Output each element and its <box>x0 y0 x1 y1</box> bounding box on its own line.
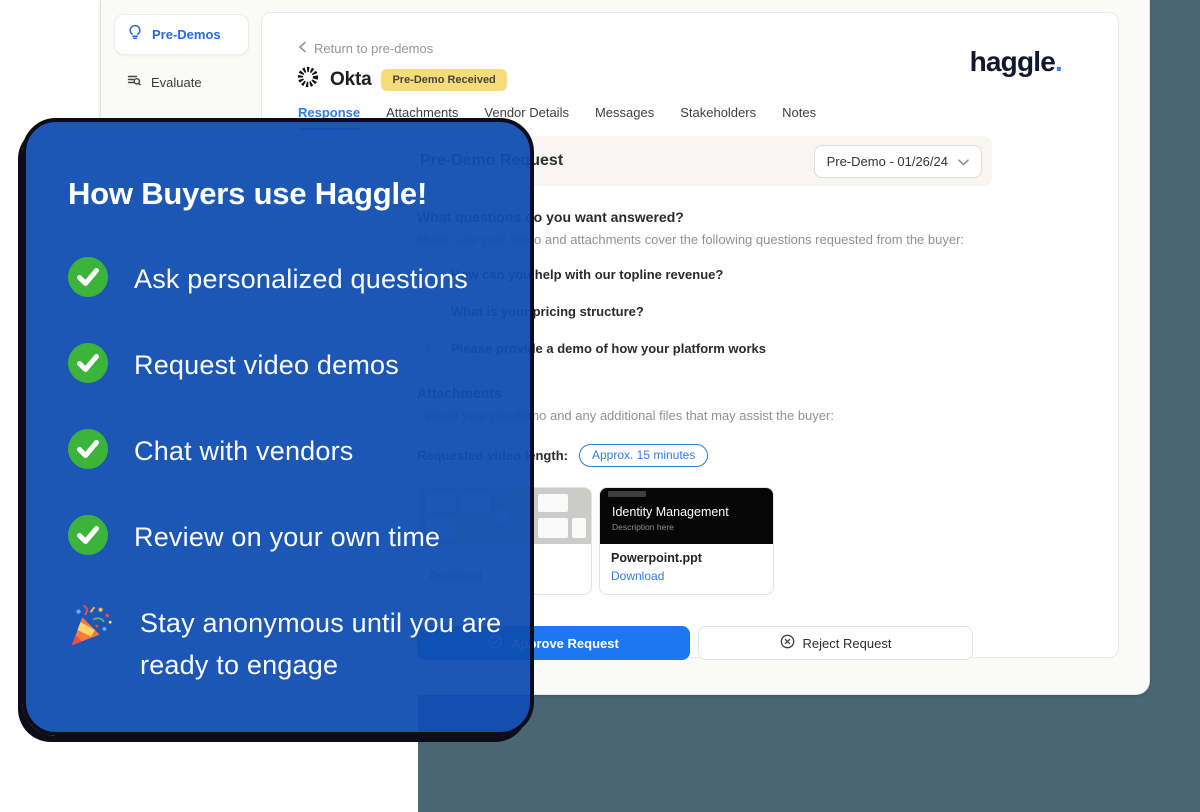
check-circle-green-icon <box>68 257 108 302</box>
promo-item-label: Chat with vendors <box>134 431 354 473</box>
promo-item-label: Review on your own time <box>134 517 440 559</box>
promo-heading: How Buyers use Haggle! <box>68 176 530 212</box>
promo-item: Review on your own time <box>68 515 530 560</box>
chevron-down-icon <box>958 154 969 169</box>
evaluate-list-search-icon <box>126 72 142 93</box>
demo-date-value: Pre-Demo - 01/26/24 <box>827 154 948 169</box>
reject-request-button[interactable]: Reject Request <box>698 626 973 660</box>
promo-item: Ask personalized questions <box>68 257 530 302</box>
sidebar-item-pre-demos[interactable]: Pre-Demos <box>114 14 249 55</box>
sidebar-item-label: Pre-Demos <box>152 27 221 42</box>
promo-item-label: Request video demos <box>134 345 399 387</box>
promo-feature-list: Ask personalized questions Request video… <box>68 257 530 687</box>
check-circle-green-icon <box>68 515 108 560</box>
x-circle-icon <box>780 634 795 652</box>
check-circle-green-icon <box>68 429 108 474</box>
tab-notes[interactable]: Notes <box>782 105 816 130</box>
document-description: Description here <box>612 522 761 532</box>
party-popper-icon <box>68 603 114 654</box>
check-circle-green-icon <box>68 343 108 388</box>
vendor-header: Okta Pre-Demo Received <box>296 65 507 94</box>
promo-item-label: Ask personalized questions <box>134 259 468 301</box>
status-badge: Pre-Demo Received <box>381 69 506 91</box>
document-preview: Identity Management Description here <box>600 488 773 544</box>
reject-button-label: Reject Request <box>803 636 892 651</box>
promo-overlay-card: How Buyers use Haggle! Ask personalized … <box>22 118 534 736</box>
thumbnail-tile <box>538 518 568 538</box>
thumbnail-tile <box>538 494 568 512</box>
page: Pre-Demos Evaluate <box>0 0 1200 812</box>
tab-messages[interactable]: Messages <box>595 105 654 130</box>
document-attachment-card: Identity Management Description here Pow… <box>599 487 774 595</box>
haggle-logo-dot: . <box>1055 46 1062 77</box>
return-link-label: Return to pre-demos <box>314 41 433 56</box>
thumbnail-tile <box>572 518 586 538</box>
promo-item-label: Stay anonymous until you are ready to en… <box>140 603 522 687</box>
promo-item: Chat with vendors <box>68 429 530 474</box>
document-title: Identity Management <box>612 505 761 519</box>
tab-stakeholders[interactable]: Stakeholders <box>680 105 756 130</box>
promo-item: Request video demos <box>68 343 530 388</box>
back-chevron-icon <box>298 41 307 56</box>
promo-item: Stay anonymous until you are ready to en… <box>68 603 530 687</box>
demo-date-select[interactable]: Pre-Demo - 01/26/24 <box>814 145 982 178</box>
lightbulb-icon <box>127 24 143 45</box>
return-to-pre-demos-link[interactable]: Return to pre-demos <box>298 41 433 56</box>
video-length-chip: Approx. 15 minutes <box>579 444 708 467</box>
sidebar-item-label: Evaluate <box>151 75 202 90</box>
okta-logo-icon <box>296 65 320 94</box>
document-file-name: Powerpoint.ppt <box>611 551 762 566</box>
document-download-link[interactable]: Download <box>611 569 664 583</box>
haggle-logo: haggle. <box>970 46 1062 78</box>
document-preview-bar <box>608 491 646 497</box>
sidebar-item-evaluate[interactable]: Evaluate <box>126 72 249 93</box>
vendor-name: Okta <box>330 69 371 91</box>
document-file-footer: Powerpoint.ppt Download <box>600 544 773 594</box>
